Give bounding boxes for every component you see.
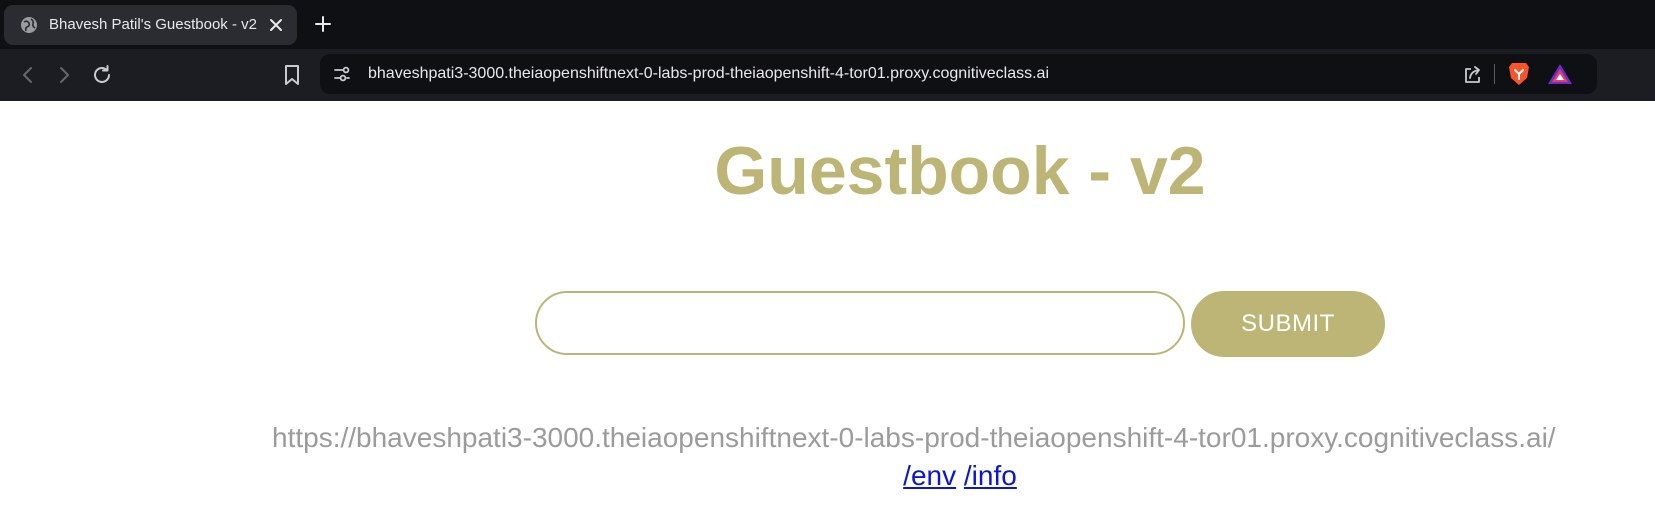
browser-toolbar: bhaveshpati3-3000.theiaopenshiftnext-0-l… — [0, 49, 1655, 101]
new-tab-plus-icon[interactable] — [313, 14, 333, 34]
env-link[interactable]: /env — [903, 460, 956, 491]
page-title: Guestbook - v2 — [714, 133, 1206, 209]
address-bar-url: bhaveshpati3-3000.theiaopenshiftnext-0-l… — [368, 65, 1049, 82]
reload-icon[interactable] — [91, 64, 113, 86]
bookmark-icon[interactable] — [281, 63, 303, 87]
forward-arrow-icon[interactable] — [53, 64, 75, 86]
close-tab-icon[interactable] — [266, 15, 286, 35]
globe-icon — [21, 17, 37, 33]
browser-tab-active[interactable]: Bhavesh Patil's Guestbook - v2 — [4, 5, 297, 45]
footer-links: /env /info — [640, 459, 1280, 493]
site-settings-icon[interactable] — [332, 64, 352, 84]
info-link[interactable]: /info — [964, 460, 1017, 491]
share-icon[interactable] — [1462, 64, 1484, 86]
submit-button[interactable]: SUBMIT — [1191, 291, 1385, 357]
tab-title: Bhavesh Patil's Guestbook - v2 — [49, 16, 257, 33]
brave-rewards-icon[interactable] — [1547, 63, 1573, 85]
address-bar-divider — [1494, 64, 1495, 84]
address-bar[interactable]: bhaveshpati3-3000.theiaopenshiftnext-0-l… — [320, 54, 1597, 94]
guestbook-entry-input[interactable] — [535, 291, 1185, 355]
host-url-text: https://bhaveshpati3-3000.theiaopenshift… — [272, 422, 1556, 453]
guestbook-page: Guestbook - v2 SUBMIT https://bhaveshpat… — [0, 101, 1655, 507]
browser-tab-bar: Bhavesh Patil's Guestbook - v2 — [0, 0, 1655, 49]
back-arrow-icon[interactable] — [17, 64, 39, 86]
brave-shields-icon[interactable] — [1507, 61, 1531, 87]
